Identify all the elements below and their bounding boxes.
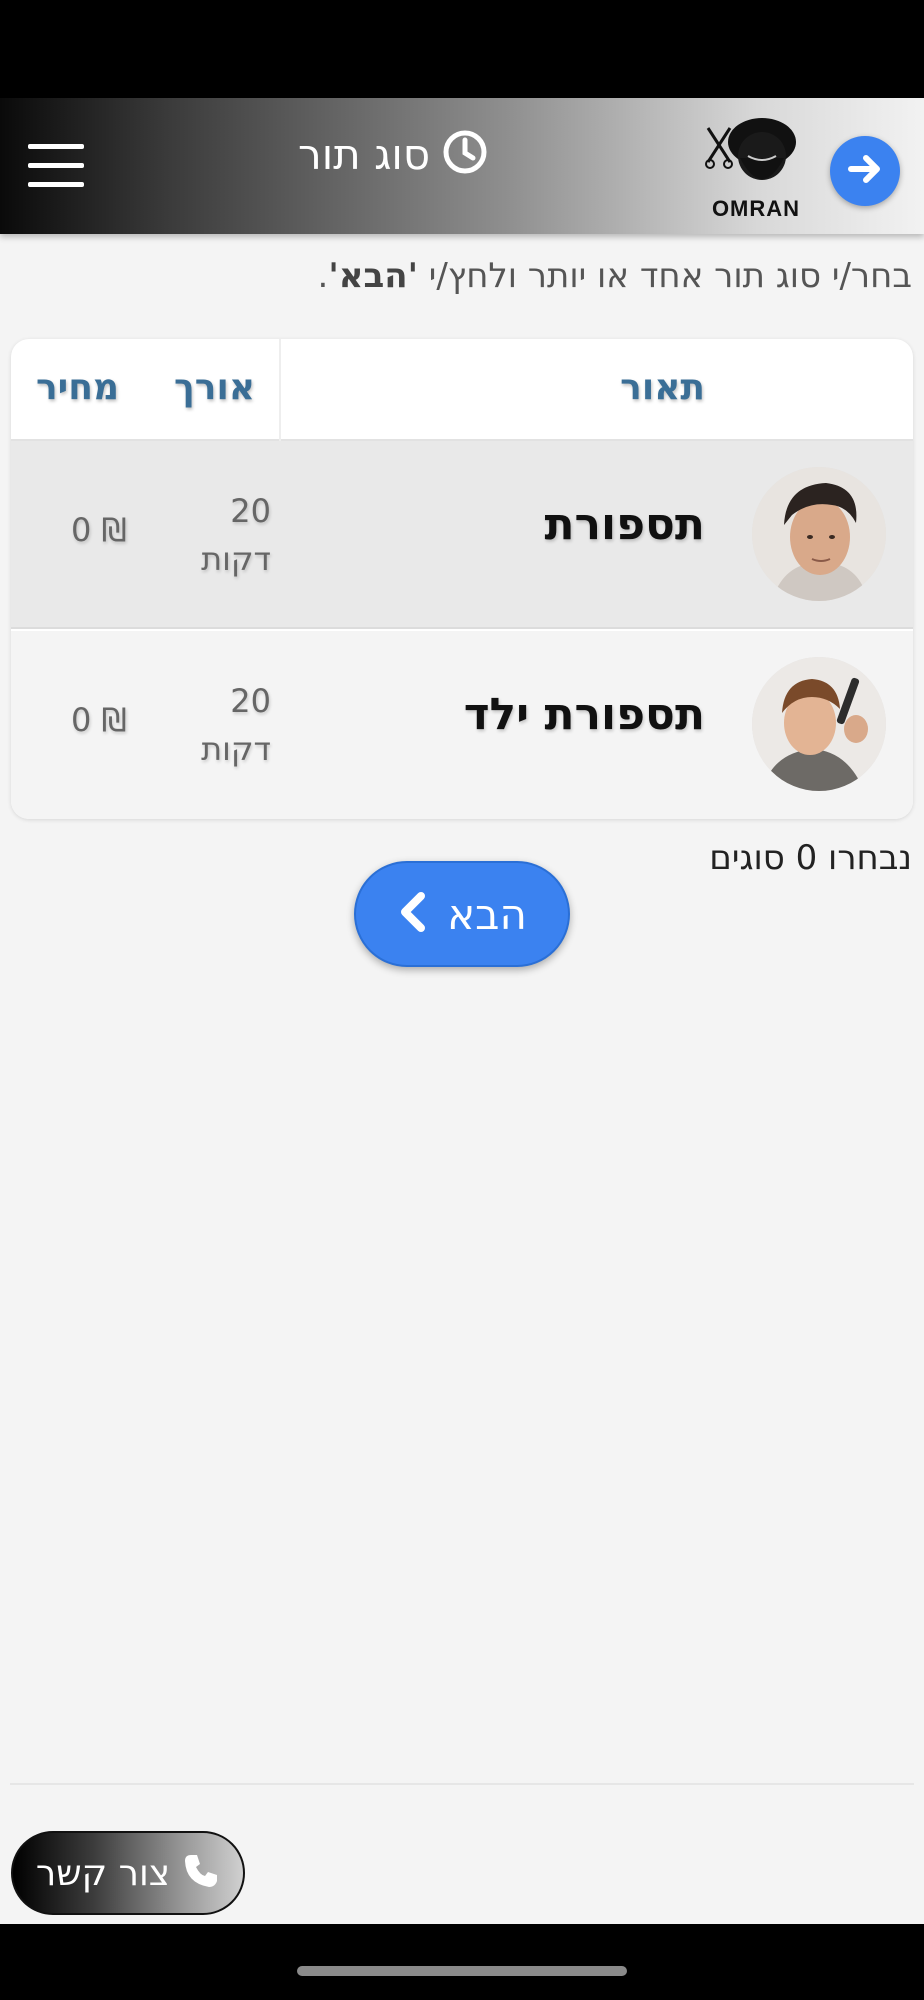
chevron-left-icon	[397, 892, 427, 936]
clock-icon	[442, 129, 488, 179]
home-indicator[interactable]	[297, 1966, 627, 1976]
instruction-end: .	[317, 256, 329, 296]
service-name: תספורת ילד	[463, 689, 705, 740]
service-duration: 20 דקות	[161, 487, 271, 583]
page-title: סוג תור	[298, 124, 488, 184]
duration-value: 20	[230, 492, 271, 530]
instruction-text: בחר/י סוג תור אחד או יותר ולחץ/י 'הבא'.	[318, 256, 913, 296]
table-row[interactable]: תספורת 20 דקות 0 ₪	[11, 441, 913, 629]
footer-divider	[10, 1783, 914, 1785]
service-name: תספורת	[544, 499, 705, 550]
barber-logo: OMRAN	[700, 112, 812, 224]
header-price: מחיר	[36, 367, 120, 408]
child-haircut-photo	[752, 657, 886, 791]
next-button-label: הבא	[447, 889, 527, 939]
bottom-bar	[0, 1924, 924, 2000]
duration-value: 20	[230, 682, 271, 720]
arrow-right-icon	[846, 150, 884, 192]
app-header: סוג תור OMRAN	[0, 98, 924, 234]
service-price: 0 ₪	[71, 511, 127, 549]
hamburger-menu-icon[interactable]	[28, 144, 84, 188]
forward-button[interactable]	[830, 136, 900, 206]
contact-button[interactable]: צור קשר	[11, 1831, 245, 1915]
header-length: אורך	[174, 367, 256, 408]
service-price: 0 ₪	[71, 701, 127, 739]
table-header: תאור אורך מחיר	[11, 339, 913, 441]
service-duration: 20 דקות	[161, 677, 271, 773]
instruction-main: בחר/י סוג תור אחד או יותר ולחץ/י	[417, 256, 912, 296]
phone-icon	[182, 1852, 220, 1894]
page-title-text: סוג תור	[298, 129, 431, 179]
selected-count: נבחרו 0 סוגים	[709, 838, 912, 878]
duration-unit: דקות	[201, 540, 271, 578]
column-divider	[279, 339, 281, 441]
logo-text: OMRAN	[711, 196, 801, 221]
contact-button-label: צור קשר	[35, 1852, 171, 1894]
table-row[interactable]: תספורת ילד 20 דקות 0 ₪	[11, 631, 913, 819]
service-types-table: תאור אורך מחיר תספורת 20 דקות 0 ₪ תספורת…	[11, 339, 913, 819]
next-button[interactable]: הבא	[354, 861, 570, 967]
header-description: תאור	[620, 367, 705, 408]
man-haircut-photo	[752, 467, 886, 601]
instruction-button-ref: 'הבא'	[328, 256, 418, 296]
duration-unit: דקות	[201, 730, 271, 768]
status-bar	[0, 0, 924, 98]
